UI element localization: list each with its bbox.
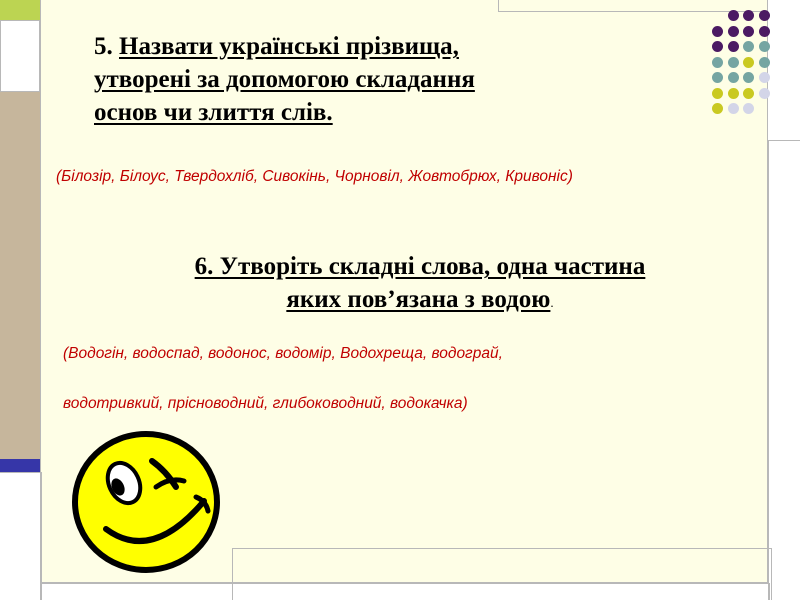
pattern-dot	[727, 10, 739, 21]
task5-heading: 5. Назвати українські прізвища, утворені…	[94, 30, 694, 129]
task6-heading-dot: .	[550, 295, 554, 310]
winking-smiley-face-icon	[72, 431, 220, 573]
task6-heading-line1: 6. Утворіть складні слова, одна частина	[194, 253, 646, 280]
task6-heading-line2: яких пов’язана з водою	[286, 286, 551, 313]
pattern-dot	[743, 41, 754, 52]
pattern-dot	[727, 56, 739, 68]
pattern-dot	[712, 25, 723, 37]
navy-side-bar	[0, 459, 40, 472]
pattern-dot	[758, 56, 770, 68]
pattern-dot	[743, 10, 754, 21]
frame-bottom-left	[0, 472, 42, 600]
pattern-dot	[727, 41, 739, 52]
slide: 5. Назвати українські прізвища, утворені…	[0, 0, 800, 600]
task6-answer-line1: (Водогін, водоспад, водонос, водомір, Во…	[63, 345, 503, 362]
task6-answer-line2: водотривкий, прісноводний, глибоководний…	[63, 395, 468, 412]
pattern-dot	[758, 41, 770, 52]
pattern-dot	[743, 56, 754, 68]
dot-grid-pattern	[712, 10, 792, 130]
pattern-dot	[712, 87, 723, 99]
pattern-dot	[743, 25, 754, 37]
pattern-dot	[758, 25, 770, 37]
pattern-dot	[712, 103, 723, 114]
frame-top-left	[0, 20, 40, 92]
pattern-dot	[712, 41, 723, 52]
pattern-dot	[758, 87, 770, 99]
pattern-dot	[743, 87, 754, 99]
task5-answer: (Білозір, Білоус, Твердохліб, Сивокінь, …	[56, 168, 573, 185]
pattern-dot	[712, 72, 723, 83]
tan-side-block	[0, 92, 40, 462]
task5-number: 5.	[94, 33, 113, 60]
task6-heading: 6. Утворіть складні слова, одна частина …	[60, 250, 780, 319]
task5-heading-line1: Назвати українські прізвища,	[119, 33, 459, 60]
pattern-dot	[712, 56, 723, 68]
pattern-dot	[743, 103, 754, 114]
pattern-dot	[743, 72, 754, 83]
task5-heading-line2: утворені за допомогою складання	[94, 66, 475, 93]
pattern-dot	[758, 72, 770, 83]
pattern-dot	[727, 103, 739, 114]
frame-right-column	[768, 140, 800, 600]
pattern-dot	[758, 10, 770, 21]
task5-heading-line3: основ чи злиття слів.	[94, 99, 333, 126]
pattern-dot	[727, 87, 739, 99]
pattern-dot	[727, 25, 739, 37]
frame-bottom-strip	[40, 583, 770, 600]
pattern-dot	[727, 72, 739, 83]
